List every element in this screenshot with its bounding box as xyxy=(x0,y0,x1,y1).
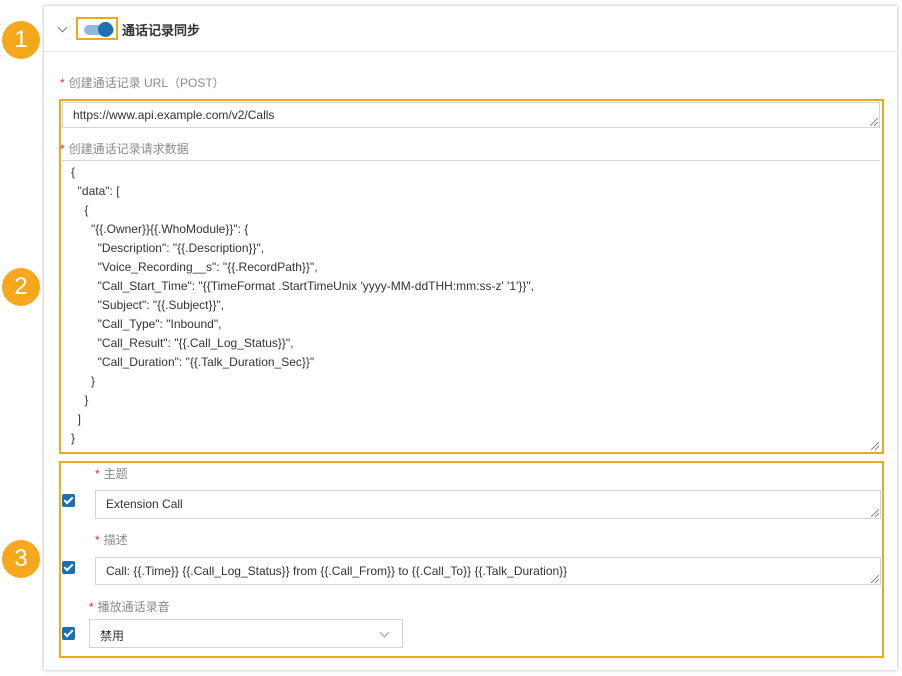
code-line: { xyxy=(71,165,76,179)
resize-handle-icon[interactable] xyxy=(871,442,879,450)
url-input-value: https://www.api.example.com/v2/Calls xyxy=(73,108,275,122)
play-recording-checkbox[interactable] xyxy=(62,627,75,640)
description-input[interactable]: Call: {{.Time}} {{.Call_Log_Status}} fro… xyxy=(95,557,881,585)
code-line: "Call_Result": "{{.Call_Log_Status}}", xyxy=(71,336,294,350)
subject-label: * 主题 xyxy=(95,465,128,482)
resize-handle-icon[interactable] xyxy=(871,575,879,583)
chevron-down-icon xyxy=(379,627,390,638)
url-label-text: 创建通话记录 URL（POST） xyxy=(68,76,225,90)
toggle-knob xyxy=(98,22,113,37)
code-line: "Call_Duration": "{{.Talk_Duration_Sec}}… xyxy=(71,355,315,369)
step-badge-3: 3 xyxy=(2,540,40,578)
play-recording-select-value: 禁用 xyxy=(100,629,125,643)
code-line: } xyxy=(71,431,76,445)
section-title: 通话记录同步 xyxy=(122,23,201,38)
url-input[interactable]: https://www.api.example.com/v2/Calls xyxy=(62,102,880,128)
resize-handle-icon[interactable] xyxy=(870,118,878,126)
code-line: "Subject": "{{.Subject}}", xyxy=(71,298,225,312)
step-badge-1: 1 xyxy=(2,21,40,59)
description-checkbox[interactable] xyxy=(62,561,75,574)
subject-checkbox[interactable] xyxy=(62,494,75,507)
subject-label-text: 主题 xyxy=(103,467,128,481)
description-label-text: 描述 xyxy=(103,533,128,547)
description-input-value: Call: {{.Time}} {{.Call_Log_Status}} fro… xyxy=(106,564,568,578)
code-line: "Call_Start_Time": "{{TimeFormat .StartT… xyxy=(71,279,534,293)
code-line: "data": [ xyxy=(71,184,120,198)
code-line: } xyxy=(71,393,89,407)
required-mark: * xyxy=(60,142,65,156)
subject-input[interactable]: Extension Call xyxy=(95,490,881,519)
code-line: "Voice_Recording__s": "{{.RecordPath}}", xyxy=(71,260,318,274)
code-line: "Description": "{{.Description}}", xyxy=(71,241,265,255)
required-mark: * xyxy=(95,533,100,547)
play-recording-label: * 播放通话录音 xyxy=(89,598,170,615)
play-recording-label-text: 播放通话录音 xyxy=(97,600,170,614)
url-label: * 创建通话记录 URL（POST） xyxy=(60,74,225,91)
required-mark: * xyxy=(95,467,100,481)
subject-input-value: Extension Call xyxy=(106,497,183,511)
required-mark: * xyxy=(89,600,94,614)
step-badge-2: 2 xyxy=(2,268,40,306)
code-line: "{{.Owner}}{{.WhoModule}}": { xyxy=(71,222,249,236)
code-line: ] xyxy=(71,412,82,426)
code-line: } xyxy=(71,374,96,388)
play-recording-select[interactable]: 禁用 xyxy=(89,619,403,648)
resize-handle-icon[interactable] xyxy=(871,509,879,517)
code-line: "Call_Type": "Inbound", xyxy=(71,317,222,331)
request-data-label: * 创建通话记录请求数据 xyxy=(60,140,189,157)
required-mark: * xyxy=(60,76,65,90)
description-label: * 描述 xyxy=(95,531,128,548)
code-line: { xyxy=(71,203,89,217)
request-data-label-text: 创建通话记录请求数据 xyxy=(68,142,189,156)
